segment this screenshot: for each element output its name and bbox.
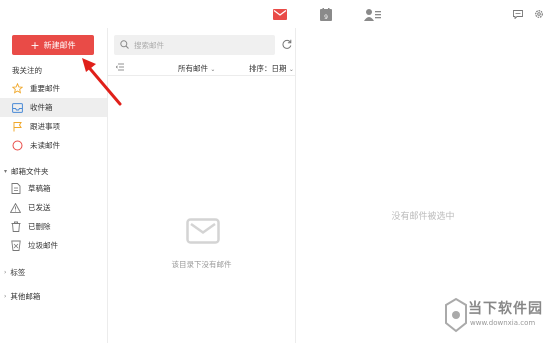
chevron-down-icon: ⌄ (288, 66, 294, 73)
sidebar-item-deleted[interactable]: 已删除 (0, 217, 107, 236)
sidebar-item-label: 草稿箱 (28, 184, 51, 193)
favorites-section-label: 我关注的 (12, 66, 42, 75)
sidebar-item-label: 已删除 (28, 222, 51, 231)
sidebar-item-drafts[interactable]: 草稿箱 (0, 179, 107, 198)
contacts-icon[interactable] (364, 6, 382, 22)
flag-icon (12, 121, 23, 132)
folders-group-label: 邮箱文件夹 (11, 167, 49, 176)
message-icon[interactable] (512, 6, 524, 22)
sidebar-item-followup[interactable]: 跟进事项 (0, 117, 107, 136)
filter-label: 所有邮件 (178, 64, 208, 73)
search-input[interactable] (134, 40, 264, 50)
chevron-right-icon: › (4, 269, 7, 276)
sidebar-item-spam[interactable]: 垃圾邮件 (0, 236, 107, 255)
spam-icon (10, 240, 21, 251)
other-mailboxes-label: 其他邮箱 (10, 292, 41, 301)
circle-icon (12, 140, 23, 151)
sort-label: 排序：日期 (249, 64, 287, 73)
tags-group-label: 标签 (10, 268, 26, 277)
folders-group-toggle[interactable]: ▾ 邮箱文件夹 (4, 166, 49, 177)
sidebar-item-label: 垃圾邮件 (28, 241, 58, 250)
watermark-title: 当下软件园 (468, 301, 543, 317)
sidebar-item-sent[interactable]: 已发送 (0, 198, 107, 217)
search-box[interactable] (114, 35, 275, 55)
sidebar-item-label: 未读邮件 (30, 141, 60, 150)
mail-list-panel: 所有邮件 ⌄ 排序：日期 ⌄ 该目录下没有邮件 (108, 28, 296, 343)
sidebar-item-label: 跟进事项 (30, 122, 60, 131)
empty-list-message: 该目录下没有邮件 (171, 260, 232, 269)
annotation-arrow (82, 58, 122, 106)
search-icon (120, 39, 129, 51)
compose-button[interactable]: + 新建邮件 (12, 35, 94, 55)
filter-bar: 所有邮件 ⌄ 排序：日期 ⌄ (108, 60, 295, 76)
compose-label: 新建邮件 (43, 40, 76, 50)
other-mailboxes-toggle[interactable]: › 其他邮箱 (4, 291, 40, 302)
sent-icon (10, 202, 21, 213)
watermark-url: www.downxia.com (470, 319, 536, 327)
calendar-day-number: 9 (324, 14, 328, 21)
chevron-down-icon: ▾ (4, 168, 8, 175)
filter-dropdown[interactable]: 所有邮件 ⌄ (178, 63, 215, 74)
empty-mail-icon (186, 218, 220, 244)
sort-dropdown[interactable]: 排序：日期 ⌄ (249, 63, 294, 74)
star-icon (12, 83, 23, 94)
mail-app-window: 9 + 新建邮件 我关注的 重要邮件 收件箱 跟进事项 未读邮件 ▾ 邮箱文件夹… (0, 0, 550, 343)
sidebar-item-label: 收件箱 (30, 103, 53, 112)
chevron-right-icon: › (4, 293, 7, 300)
gear-icon[interactable] (533, 6, 545, 22)
no-selection-message: 没有邮件被选中 (391, 212, 455, 222)
top-bar: 9 (0, 0, 550, 28)
draft-icon (10, 183, 21, 194)
inbox-icon (12, 102, 23, 113)
trash-icon (10, 221, 21, 232)
sidebar-item-label: 已发送 (28, 203, 51, 212)
sidebar-item-label: 重要邮件 (30, 84, 60, 93)
tags-group-toggle[interactable]: › 标签 (4, 267, 25, 278)
chevron-down-icon: ⌄ (210, 66, 216, 73)
calendar-icon[interactable]: 9 (319, 6, 333, 22)
sidebar-item-unread[interactable]: 未读邮件 (0, 136, 107, 155)
plus-icon: + (30, 38, 40, 52)
refresh-icon[interactable] (282, 39, 292, 49)
mail-icon[interactable] (271, 6, 289, 22)
